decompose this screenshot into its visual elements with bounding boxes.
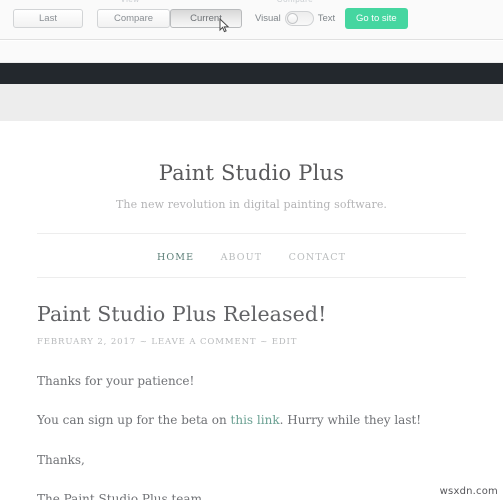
paragraph-2-text-after: . Hurry while they last! [279,413,422,428]
site-header: Paint Studio Plus The new revolution in … [0,121,503,211]
nav-item-contact[interactable]: CONTACT [289,252,346,263]
post-meta: FEBRUARY 2, 2017 ~ LEAVE A COMMENT ~ EDI… [37,337,466,347]
visual-text-toggle[interactable] [284,11,314,26]
primary-navigation: HOME ABOUT CONTACT [37,233,466,278]
toggle-label-visual[interactable]: Visual [255,13,281,24]
paragraph-3-text: Thanks, [37,452,85,467]
preview-toolbar: View Compare Last Compare Current Visual… [0,0,503,40]
post-body: Thanks for your patience! You can sign u… [37,347,466,500]
wp-admin-bar[interactable] [0,63,503,84]
compare-mode-toggle-group: Visual Text [255,11,335,26]
post-paragraph-3: Thanks, [37,430,466,469]
watermark: wsxdn.com [439,486,498,497]
beta-signup-link[interactable]: this link [231,413,280,427]
nav-item-about[interactable]: ABOUT [221,252,263,263]
go-to-site-button[interactable]: Go to site [345,8,408,29]
blog-post: Paint Studio Plus Released! FEBRUARY 2, … [37,278,466,500]
view-last-button[interactable]: Last [13,9,83,28]
meta-separator-2: ~ [260,337,269,347]
nav-item-home[interactable]: HOME [157,252,194,263]
view-group-label: View [92,0,168,4]
view-compare-button[interactable]: Compare [97,9,170,28]
compare-group-label: Compare [255,0,335,4]
leave-a-comment-link[interactable]: LEAVE A COMMENT [151,337,256,347]
site-tagline: The new revolution in digital painting s… [115,198,388,211]
post-paragraph-4: The Paint Studio Plus team. [37,469,466,500]
paragraph-1-text: Thanks for your patience! [37,374,195,388]
post-title[interactable]: Paint Studio Plus Released! [37,302,466,326]
toggle-label-text[interactable]: Text [318,13,335,24]
edit-post-link[interactable]: EDIT [272,337,298,347]
meta-separator-1: ~ [139,337,148,347]
post-paragraph-2: You can sign up for the beta on this lin… [37,390,466,429]
site-title[interactable]: Paint Studio Plus [0,161,503,185]
header-gray-band [0,84,503,121]
toolbar-underlay [0,41,503,63]
site-preview-viewport: Paint Studio Plus The new revolution in … [0,41,503,500]
paragraph-4-text: The Paint Studio Plus team. [37,492,206,500]
view-current-button[interactable]: Current [170,9,242,28]
paragraph-2-text-before: You can sign up for the beta on [37,413,231,428]
toggle-knob [286,13,298,24]
post-date: FEBRUARY 2, 2017 [37,337,137,347]
post-paragraph-1: Thanks for your patience! [37,347,466,390]
